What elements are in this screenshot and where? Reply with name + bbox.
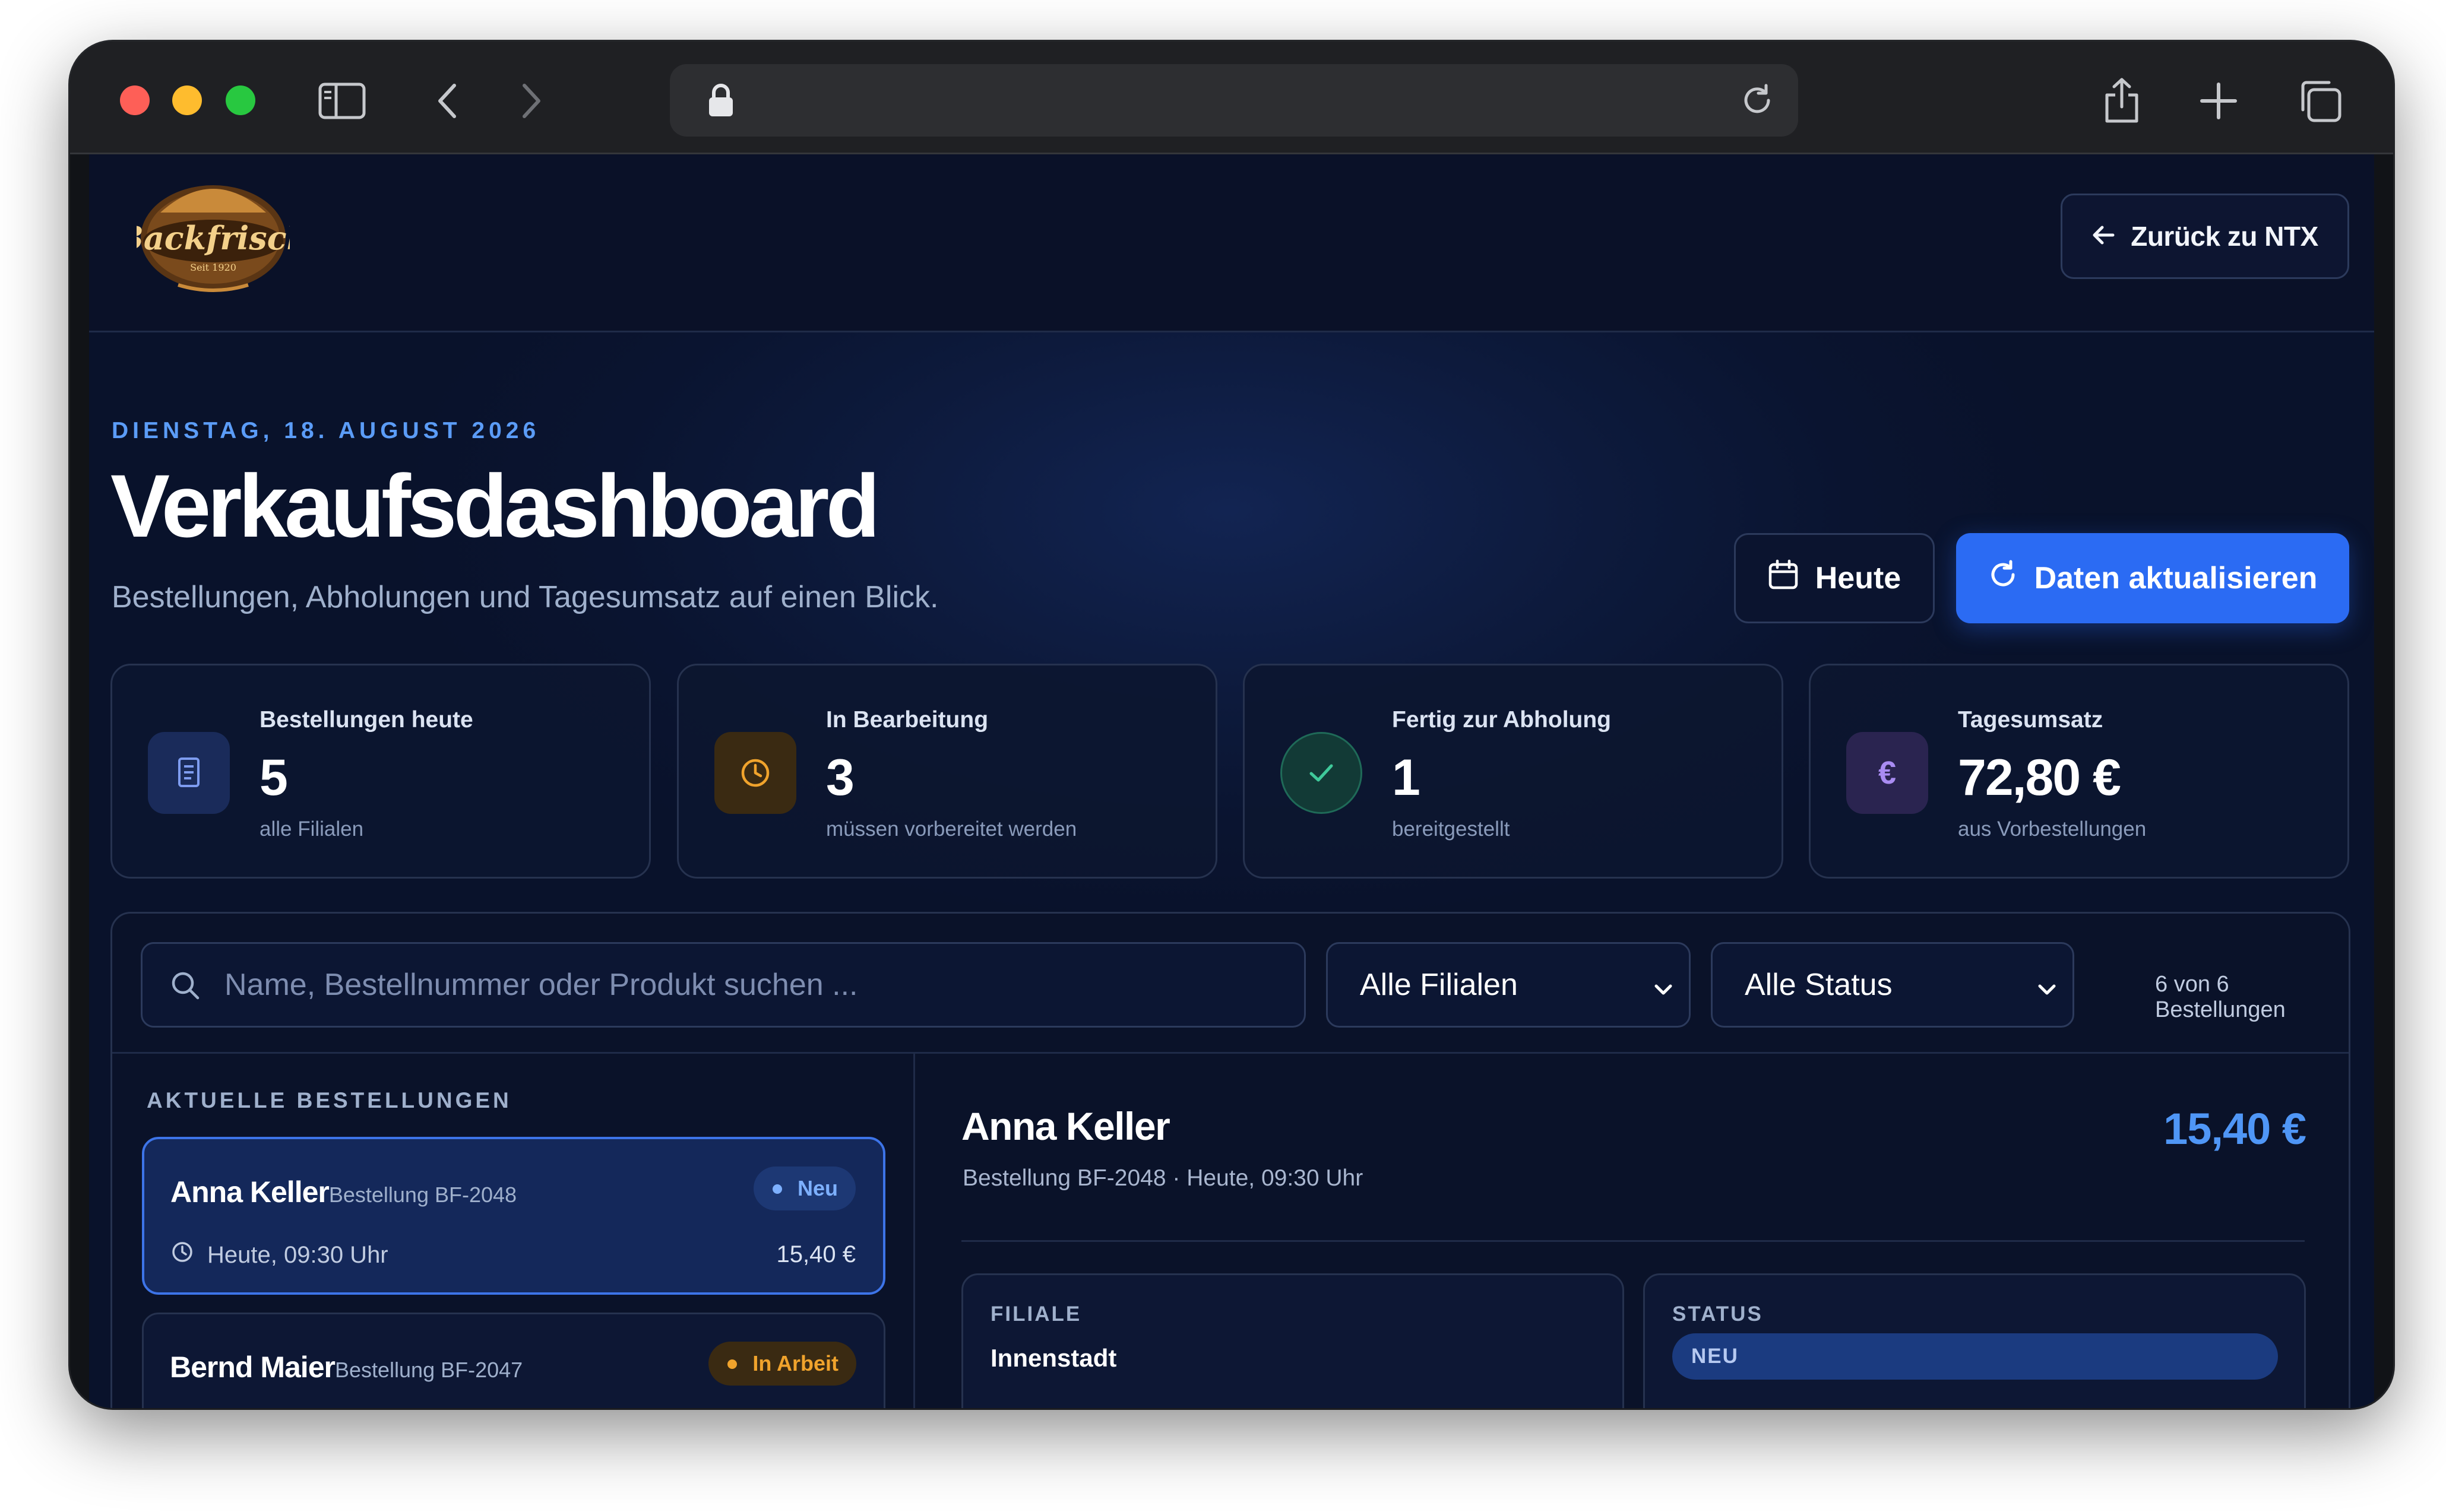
status-info-box: STATUS NEU xyxy=(1643,1273,2306,1408)
chevron-down-icon xyxy=(1652,974,1675,1009)
orders-panel: Name, Bestellnummer oder Produkt suchen … xyxy=(110,912,2350,1408)
order-card[interactable]: Bernd MaierBestellung BF-2047 In Arbeit xyxy=(142,1313,885,1408)
address-bar[interactable] xyxy=(670,64,1798,137)
sidebar-toggle-icon[interactable] xyxy=(312,77,372,125)
arrow-left-icon xyxy=(2091,220,2115,252)
stat-value: 72,80 € xyxy=(1958,749,2121,806)
minimize-window-button[interactable] xyxy=(172,85,202,115)
close-window-button[interactable] xyxy=(120,85,150,115)
stat-note: müssen vorbereitet werden xyxy=(826,817,1077,841)
logo-tagline: Seit 1920 xyxy=(190,262,236,273)
stat-card-ready-for-pickup: Fertig zur Abholung 1 bereitgestellt xyxy=(1243,664,1783,879)
logo-wordmark: Backfrisch xyxy=(137,219,290,257)
back-to-ntx-label: Zurück zu NTX xyxy=(2131,221,2318,252)
order-number: Bestellung BF-2048 xyxy=(328,1183,517,1207)
page-title: Verkaufsdashboard xyxy=(110,456,880,556)
lock-icon xyxy=(707,82,735,122)
tab-overview-icon[interactable] xyxy=(2293,77,2347,125)
backfrisch-logo[interactable]: Backfrisch Seit 1920 xyxy=(115,171,310,296)
order-list: AKTUELLE BESTELLUNGEN Anna KellerBestell… xyxy=(112,1054,915,1408)
stat-card-orders-today: Bestellungen heute 5 alle Filialen xyxy=(110,664,651,879)
stat-note: aus Vorbestellungen xyxy=(1958,817,2147,841)
page: Backfrisch Seit 1920 Zurück zu NTX DIENS… xyxy=(89,154,2374,1408)
order-card[interactable]: Anna KellerBestellung BF-2048 Neu Heute,… xyxy=(142,1137,885,1295)
order-customer: Anna KellerBestellung BF-2048 xyxy=(170,1175,517,1209)
status-badge-label: In Arbeit xyxy=(752,1351,838,1375)
today-button[interactable]: Heute xyxy=(1734,533,1935,623)
order-customer-name: Anna Keller xyxy=(170,1175,330,1209)
refresh-data-button[interactable]: Daten aktualisieren xyxy=(1956,533,2349,623)
order-count: 6 von 6 Bestellungen xyxy=(2155,972,2286,1022)
zoom-window-button[interactable] xyxy=(226,85,255,115)
share-icon[interactable] xyxy=(2095,77,2148,125)
back-to-ntx-button[interactable]: Zurück zu NTX xyxy=(2061,194,2349,279)
status-select[interactable]: Alle Status xyxy=(1711,942,2074,1028)
browser-toolbar xyxy=(70,42,2393,154)
check-icon xyxy=(1280,732,1362,814)
status-dot xyxy=(772,1184,782,1194)
reload-icon[interactable] xyxy=(1739,82,1776,122)
clock-icon xyxy=(170,1240,194,1270)
stat-label: Bestellungen heute xyxy=(260,707,473,733)
divider xyxy=(961,1240,2305,1242)
order-amount: 15,40 € xyxy=(776,1241,856,1267)
branch-info-value: Innenstadt xyxy=(991,1344,1117,1372)
clock-icon xyxy=(714,732,796,814)
branch-info-label: FILIALE xyxy=(991,1302,1082,1326)
branch-select[interactable]: Alle Filialen xyxy=(1326,942,1691,1028)
stat-card-in-progress: In Bearbeitung 3 müssen vorbereitet werd… xyxy=(677,664,1217,879)
today-label: Heute xyxy=(1815,561,1901,595)
stat-value: 5 xyxy=(260,749,288,806)
euro-icon: € xyxy=(1846,732,1928,814)
order-customer: Bernd MaierBestellung BF-2047 xyxy=(170,1350,523,1384)
new-tab-icon[interactable] xyxy=(2195,77,2242,125)
branch-select-value: Alle Filialen xyxy=(1360,968,1518,1002)
status-pill[interactable]: NEU xyxy=(1672,1333,2278,1380)
status-badge-label: Neu xyxy=(797,1176,838,1200)
order-number: Bestellung BF-2047 xyxy=(334,1358,523,1382)
status-badge: Neu xyxy=(753,1167,856,1210)
order-detail: Anna Keller Bestellung BF-2048 · Heute, … xyxy=(915,1054,2349,1408)
forward-arrow-icon[interactable] xyxy=(511,77,552,125)
calendar-icon xyxy=(1768,559,1799,598)
stat-value: 3 xyxy=(826,749,855,806)
order-time: Heute, 09:30 Uhr xyxy=(170,1240,388,1270)
detail-meta: Bestellung BF-2048 · Heute, 09:30 Uhr xyxy=(963,1165,1363,1191)
page-subtitle: Bestellungen, Abholungen und Tagesumsatz… xyxy=(112,580,939,614)
branch-info-box: FILIALE Innenstadt xyxy=(961,1273,1624,1408)
top-navigation: Backfrisch Seit 1920 Zurück zu NTX xyxy=(89,154,2374,332)
filter-bar: Name, Bestellnummer oder Produkt suchen … xyxy=(112,914,2349,1054)
refresh-icon xyxy=(1988,560,2018,597)
stat-note: bereitgestellt xyxy=(1392,817,1510,841)
detail-total: 15,40 € xyxy=(2163,1104,2306,1153)
stat-card-daily-revenue: € Tagesumsatz 72,80 € aus Vorbestellunge… xyxy=(1809,664,2349,879)
search-placeholder: Name, Bestellnummer oder Produkt suchen … xyxy=(224,968,858,1002)
chevron-down-icon xyxy=(2036,974,2058,1009)
search-input[interactable]: Name, Bestellnummer oder Produkt suchen … xyxy=(141,942,1306,1028)
stat-label: Tagesumsatz xyxy=(1958,707,2103,733)
status-dot xyxy=(727,1359,738,1369)
stat-label: Fertig zur Abholung xyxy=(1392,707,1611,733)
document-icon xyxy=(148,732,230,814)
status-info-label: STATUS xyxy=(1672,1302,1763,1326)
stat-value: 1 xyxy=(1392,749,1420,806)
order-customer-name: Bernd Maier xyxy=(170,1351,336,1384)
browser-window: Backfrisch Seit 1920 Zurück zu NTX DIENS… xyxy=(70,42,2393,1408)
search-icon xyxy=(170,970,201,1004)
status-badge: In Arbeit xyxy=(708,1342,856,1386)
stat-label: In Bearbeitung xyxy=(826,707,989,733)
back-arrow-icon[interactable] xyxy=(426,77,468,125)
stat-note: alle Filialen xyxy=(260,817,364,841)
status-select-value: Alle Status xyxy=(1745,968,1893,1002)
current-date: DIENSTAG, 18. AUGUST 2026 xyxy=(112,418,540,443)
order-list-heading: AKTUELLE BESTELLUNGEN xyxy=(147,1088,512,1112)
order-time-label: Heute, 09:30 Uhr xyxy=(207,1241,388,1268)
refresh-label: Daten aktualisieren xyxy=(2034,561,2318,595)
detail-customer-name: Anna Keller xyxy=(961,1104,1170,1148)
